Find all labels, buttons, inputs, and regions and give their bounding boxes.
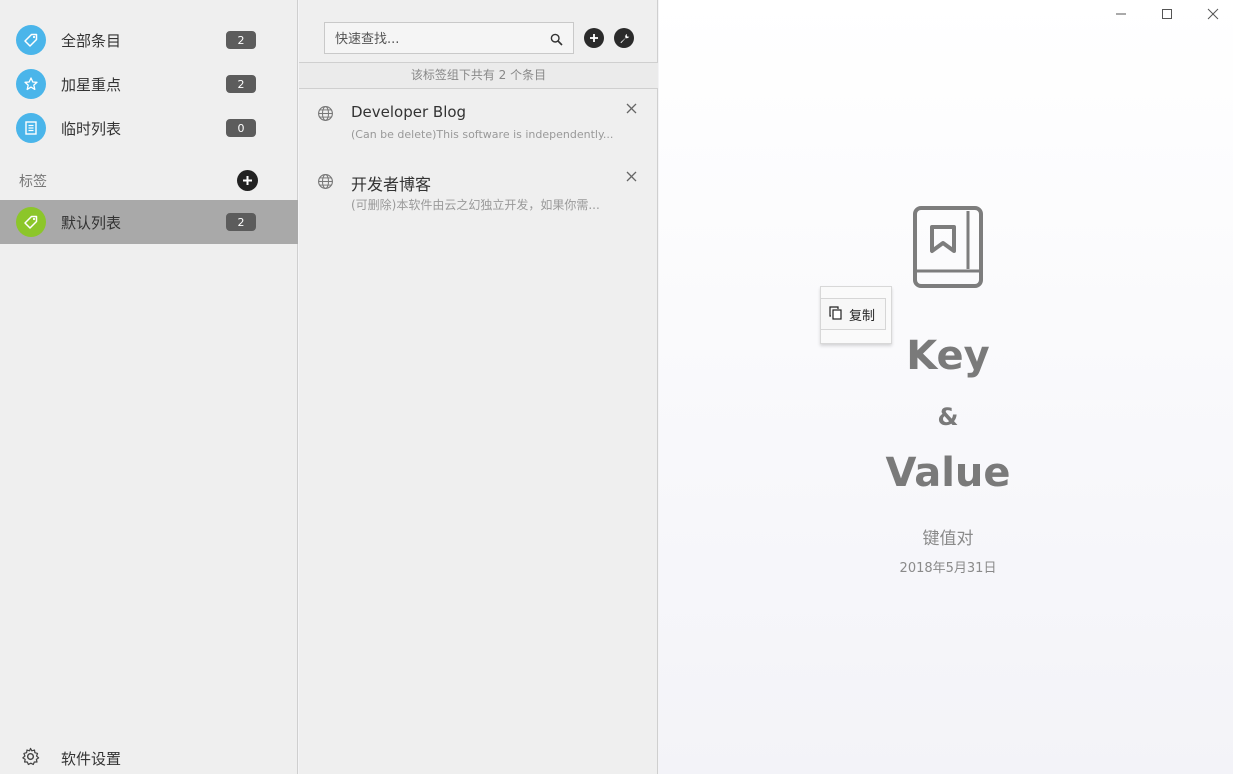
sidebar-item-label: 加星重点 bbox=[61, 75, 122, 94]
add-tag-button[interactable] bbox=[237, 170, 258, 191]
entry-list-pane: 该标签组下共有 2 个条目 Developer Blog (Can be del… bbox=[299, 0, 658, 774]
entry-title: Developer Blog bbox=[351, 103, 467, 121]
search-input[interactable] bbox=[335, 29, 535, 49]
count-badge: 2 bbox=[226, 75, 256, 93]
copy-button[interactable]: 复制 bbox=[820, 298, 886, 330]
tools-button[interactable] bbox=[614, 28, 634, 48]
sidebar-item-all[interactable]: 全部条目 2 bbox=[0, 18, 298, 62]
plus-icon bbox=[590, 34, 598, 42]
tags-header: 标签 bbox=[19, 174, 47, 190]
sidebar-item-temp[interactable]: 临时列表 0 bbox=[0, 106, 298, 150]
settings-label: 软件设置 bbox=[61, 750, 122, 768]
detail-pane: Key & Value 键值对 2018年5月31日 bbox=[659, 0, 1233, 774]
close-icon[interactable] bbox=[626, 170, 637, 186]
entry-description: (Can be delete)This software is independ… bbox=[351, 128, 614, 141]
search-box[interactable] bbox=[324, 22, 574, 54]
hero-key: Key bbox=[906, 333, 990, 379]
tag-icon bbox=[16, 207, 46, 237]
count-badge: 2 bbox=[226, 31, 256, 49]
globe-icon bbox=[317, 173, 334, 194]
sidebar-item-label: 临时列表 bbox=[61, 119, 122, 138]
copy-icon bbox=[829, 305, 842, 324]
globe-icon bbox=[317, 105, 334, 126]
gear-icon bbox=[21, 747, 40, 770]
book-icon bbox=[912, 205, 984, 293]
settings-button[interactable]: 软件设置 bbox=[0, 738, 298, 774]
hero-date: 2018年5月31日 bbox=[899, 561, 997, 576]
count-badge: 2 bbox=[226, 213, 256, 231]
sidebar-item-label: 全部条目 bbox=[61, 31, 122, 50]
sidebar-item-default-list[interactable]: 默认列表 2 bbox=[0, 200, 298, 244]
plus-icon bbox=[243, 176, 252, 185]
list-icon bbox=[16, 113, 46, 143]
hero-subtitle: 键值对 bbox=[922, 529, 974, 549]
entry-count-bar: 该标签组下共有 2 个条目 bbox=[299, 62, 658, 89]
maximize-icon[interactable] bbox=[1159, 6, 1175, 22]
add-entry-button[interactable] bbox=[584, 28, 604, 48]
entry-title: 开发者博客 bbox=[351, 175, 432, 194]
sidebar-item-label: 默认列表 bbox=[61, 213, 122, 232]
close-window-icon[interactable] bbox=[1205, 6, 1221, 22]
list-item[interactable]: 开发者博客 (可删除)本软件由云之幻独立开发，如果你需... bbox=[299, 158, 658, 226]
star-icon bbox=[16, 69, 46, 99]
count-badge: 0 bbox=[226, 119, 256, 137]
wrench-icon bbox=[619, 33, 629, 43]
sidebar: 全部条目 2 加星重点 2 临时列表 0 标签 默认列表 2 软件设置 bbox=[0, 0, 298, 774]
sidebar-item-starred[interactable]: 加星重点 2 bbox=[0, 62, 298, 106]
hero-value: Value bbox=[885, 450, 1011, 496]
list-item[interactable]: Developer Blog (Can be delete)This softw… bbox=[299, 90, 658, 158]
entry-description: (可删除)本软件由云之幻独立开发，如果你需... bbox=[351, 198, 600, 212]
hero-ampersand: & bbox=[937, 403, 959, 431]
minimize-icon[interactable] bbox=[1113, 6, 1129, 22]
search-icon[interactable] bbox=[550, 31, 563, 50]
copy-label: 复制 bbox=[849, 308, 876, 324]
close-icon[interactable] bbox=[626, 102, 637, 118]
tag-icon bbox=[16, 25, 46, 55]
